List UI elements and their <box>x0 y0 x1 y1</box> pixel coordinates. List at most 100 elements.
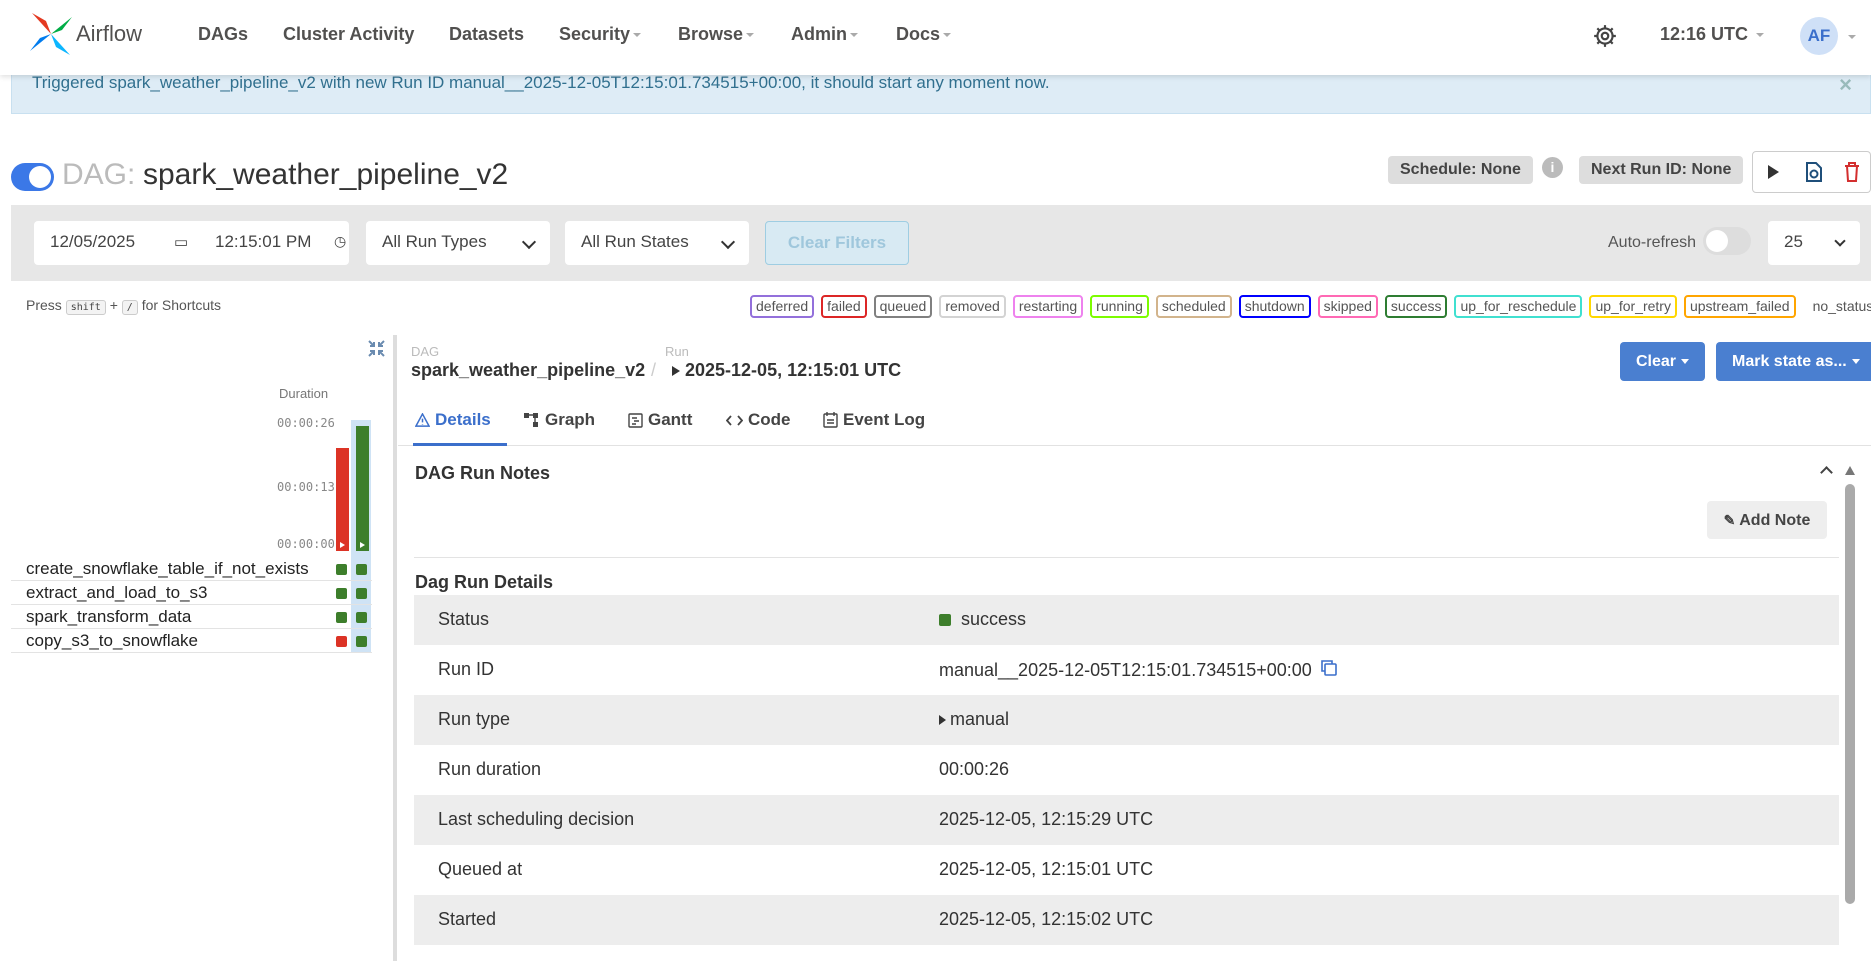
detail-row: Started 2025-12-05, 12:15:02 UTC <box>414 895 1839 945</box>
copy-icon[interactable] <box>1320 659 1338 682</box>
task-instance-success[interactable] <box>336 588 347 599</box>
state-badge-restarting[interactable]: restarting <box>1012 295 1084 318</box>
avatar[interactable]: AF <box>1800 17 1838 55</box>
detail-row: Run type manual <box>414 695 1839 745</box>
task-instance-success[interactable] <box>356 636 367 647</box>
tab-event-log[interactable]: Event Log <box>823 410 925 430</box>
base-date-input[interactable]: 12/05/2025 ▭ 12:15:01 PM ◷ <box>34 221 349 265</box>
task-instance-success[interactable] <box>356 588 367 599</box>
detail-value: 2025-12-05, 12:15:02 UTC <box>939 909 1154 929</box>
task-name[interactable]: spark_transform_data <box>26 607 191 626</box>
play-icon <box>1768 165 1779 179</box>
scrollbar-thumb[interactable] <box>1845 484 1855 904</box>
run-type-select[interactable]: All Run Types <box>366 221 550 265</box>
chevron-down-icon <box>720 234 736 250</box>
state-badge-shutdown[interactable]: shutdown <box>1238 295 1311 318</box>
state-badge-up-for-retry[interactable]: up_for_retry <box>1589 295 1677 318</box>
calendar-icon[interactable]: ▭ <box>174 233 188 251</box>
state-badge-no-status[interactable]: no_status <box>1806 295 1871 318</box>
schedule-badge: Schedule: None <box>1388 156 1533 184</box>
next-run-badge: Next Run ID: None <box>1579 156 1744 184</box>
clear-filters-button[interactable]: Clear Filters <box>765 221 909 265</box>
run-state-select[interactable]: All Run States <box>565 221 749 265</box>
breadcrumb-dag-label: DAG <box>411 344 440 359</box>
tab-details[interactable]: Details <box>415 410 491 430</box>
mark-state-button[interactable]: Mark state as... <box>1716 342 1871 381</box>
info-icon[interactable]: i <box>1542 157 1563 178</box>
breadcrumb-run[interactable]: 2025-12-05, 12:15:01 UTC <box>671 360 901 381</box>
nav-security[interactable]: Security <box>559 24 642 45</box>
tab-gantt[interactable]: Gantt <box>628 410 692 430</box>
dag-pause-toggle[interactable] <box>11 163 54 191</box>
state-badge-success[interactable]: success <box>1384 295 1448 318</box>
nav-dags[interactable]: DAGs <box>198 24 248 45</box>
task-row[interactable]: create_snowflake_table_if_not_exists <box>11 557 372 581</box>
clock-dropdown[interactable]: 12:16 UTC <box>1660 24 1765 45</box>
state-badge-queued[interactable]: queued <box>873 295 933 318</box>
tab-code[interactable]: Code <box>726 410 791 430</box>
collapse-icon[interactable] <box>367 339 386 363</box>
run-duration-bar[interactable] <box>336 448 349 551</box>
task-instance-success[interactable] <box>356 564 367 575</box>
clock-icon[interactable]: ◷ <box>334 233 346 250</box>
task-instance-success[interactable] <box>336 564 347 575</box>
breadcrumb-dag[interactable]: spark_weather_pipeline_v2 <box>411 360 645 381</box>
close-icon[interactable]: × <box>1839 72 1852 98</box>
detail-value: success <box>939 609 1026 630</box>
airflow-logo[interactable]: Airflow <box>28 11 142 57</box>
clear-run-button[interactable]: Clear <box>1620 342 1706 381</box>
task-name[interactable]: create_snowflake_table_if_not_exists <box>26 559 309 578</box>
play-icon <box>340 542 345 548</box>
task-name[interactable]: copy_s3_to_snowflake <box>26 631 198 650</box>
task-instance-success[interactable] <box>356 612 367 623</box>
tab-graph[interactable]: Graph <box>524 410 595 430</box>
page-title[interactable]: spark_weather_pipeline_v2 <box>143 158 508 192</box>
auto-refresh-label: Auto-refresh <box>1608 234 1697 251</box>
nav-docs[interactable]: Docs <box>896 24 952 45</box>
task-instance-success[interactable] <box>336 612 347 623</box>
trigger-dag-button[interactable] <box>1752 151 1794 193</box>
graph-icon <box>524 413 538 427</box>
scrollbar[interactable] <box>1845 466 1855 961</box>
refresh-file-icon <box>1805 162 1822 182</box>
chevron-down-icon <box>521 234 537 250</box>
play-icon <box>939 714 946 725</box>
auto-refresh-toggle[interactable] <box>1703 227 1751 255</box>
detail-value: 00:00:26 <box>939 759 1010 779</box>
task-row[interactable]: copy_s3_to_snowflake <box>11 629 372 653</box>
task-instance-failed[interactable] <box>336 636 347 647</box>
panel-resizer[interactable] <box>393 335 397 961</box>
state-badge-skipped[interactable]: skipped <box>1317 295 1378 318</box>
state-badge-removed[interactable]: removed <box>939 295 1006 318</box>
nav-datasets[interactable]: Datasets <box>449 24 524 45</box>
pinwheel-icon <box>30 13 72 55</box>
detail-key: Run type <box>438 709 511 729</box>
alert-message: Triggered spark_weather_pipeline_v2 with… <box>32 73 1050 92</box>
chevron-down-icon <box>1756 33 1765 38</box>
state-badge-deferred[interactable]: deferred <box>750 295 815 318</box>
nav-admin[interactable]: Admin <box>791 24 858 45</box>
detail-key: Run duration <box>438 759 542 779</box>
chevron-down-icon[interactable] <box>1848 35 1856 39</box>
task-row[interactable]: spark_transform_data <box>11 605 372 629</box>
state-badge-up-for-reschedule[interactable]: up_for_reschedule <box>1454 295 1583 318</box>
state-badge-upstream-failed[interactable]: upstream_failed <box>1683 295 1796 318</box>
state-badge-failed[interactable]: failed <box>821 295 867 318</box>
run-duration-bar[interactable] <box>356 426 369 551</box>
nav-cluster-activity[interactable]: Cluster Activity <box>283 24 414 45</box>
chevron-down-icon <box>633 33 642 38</box>
gear-icon[interactable] <box>1592 23 1618 54</box>
state-badge-scheduled[interactable]: scheduled <box>1155 295 1232 318</box>
nav-browse[interactable]: Browse <box>678 24 755 45</box>
scroll-up-arrow[interactable] <box>1845 466 1855 475</box>
task-name[interactable]: extract_and_load_to_s3 <box>26 583 207 602</box>
delete-dag-button[interactable] <box>1834 151 1871 193</box>
detail-row: Run ID manual__2025-12-05T12:15:01.734515… <box>414 645 1839 695</box>
add-note-button[interactable]: ✎ Add Note <box>1707 501 1827 539</box>
reparse-dag-button[interactable] <box>1793 151 1835 193</box>
page-size-select[interactable]: 25 <box>1768 221 1860 265</box>
state-badge-running[interactable]: running <box>1090 295 1149 318</box>
task-row[interactable]: extract_and_load_to_s3 <box>11 581 372 605</box>
chevron-up-icon[interactable] <box>1820 466 1833 479</box>
detail-value: manual <box>939 709 1009 730</box>
